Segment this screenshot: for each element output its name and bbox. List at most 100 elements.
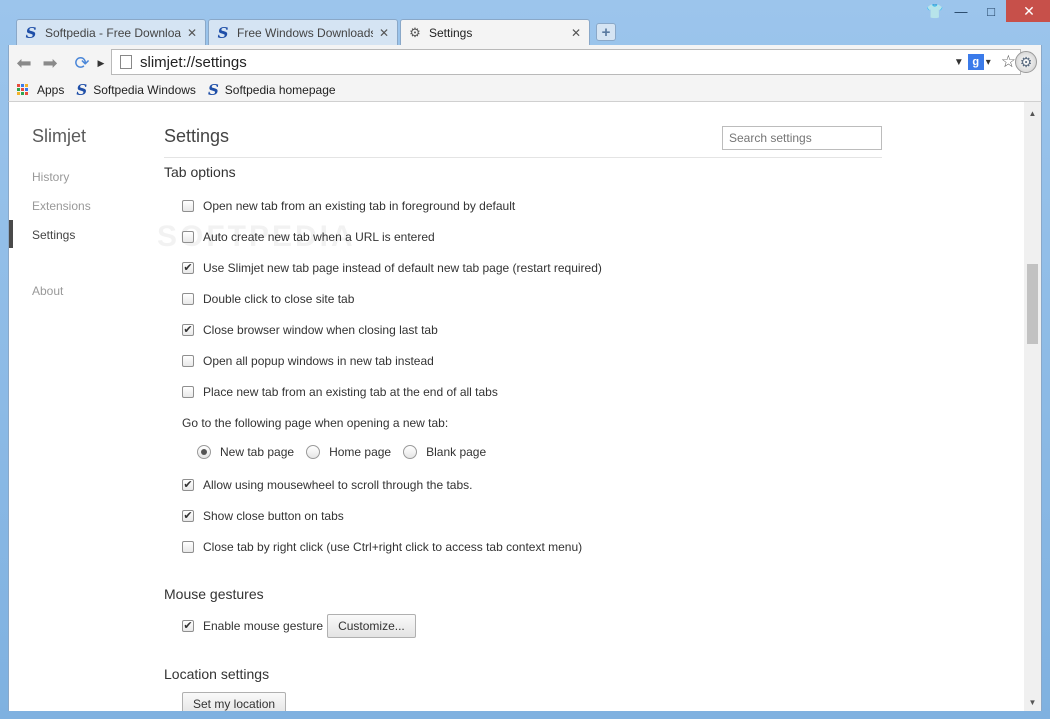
settings-page: SOFTPEDIA Slimjet History Extensions Set… — [8, 102, 1042, 711]
window-controls: — □ ✕ — [946, 0, 1050, 22]
option-label: Close tab by right click (use Ctrl+right… — [203, 540, 583, 554]
option-label: Close browser window when closing last t… — [203, 323, 438, 337]
checkbox-checked[interactable]: ✔ — [182, 620, 194, 632]
checkbox-checked[interactable]: ✔ — [182, 510, 194, 522]
section-heading-mouse-gestures: Mouse gestures — [164, 586, 264, 602]
option-show-close-button[interactable]: ✔ Show close button on tabs — [182, 509, 344, 523]
section-heading-location-settings: Location settings — [164, 666, 270, 682]
search-engine-dropdown-icon[interactable]: ▾ — [986, 57, 991, 68]
minimize-button[interactable]: — — [946, 0, 976, 22]
option-label: Open all popup windows in new tab instea… — [203, 354, 434, 368]
toolbar: ⬅ ➡ ⟳ ▶ slimjet://settings ▼ g ▾ ☆ ⚙ — [8, 45, 1042, 79]
vertical-scrollbar[interactable]: ▲ ▼ — [1024, 102, 1041, 711]
option-enable-mouse-gesture[interactable]: ✔ Enable mouse gesture Customize... — [182, 614, 416, 638]
sidebar-item-history[interactable]: History — [32, 170, 69, 184]
sidebar-active-indicator — [9, 220, 13, 248]
checkbox-checked[interactable]: ✔ — [182, 262, 194, 274]
tab-title: Settings — [429, 26, 473, 40]
forward-arrow-icon[interactable]: ➡ — [39, 53, 61, 73]
checkbox[interactable] — [182, 355, 194, 367]
back-arrow-icon[interactable]: ⬅ — [13, 53, 35, 73]
maximize-button[interactable]: □ — [976, 0, 1006, 22]
search-settings-input[interactable] — [722, 126, 882, 150]
option-label: Enable mouse gesture — [203, 619, 324, 633]
option-label: Open new tab from an existing tab in for… — [203, 199, 516, 213]
radio[interactable] — [403, 445, 418, 459]
option-mousewheel-scroll-tabs[interactable]: ✔ Allow using mousewheel to scroll throu… — [182, 478, 472, 492]
scroll-up-arrow-icon[interactable]: ▲ — [1024, 106, 1041, 120]
checkbox[interactable] — [182, 231, 194, 243]
history-dropdown-icon[interactable]: ▶ — [95, 53, 107, 73]
tab-close-icon[interactable]: ✕ — [187, 26, 199, 40]
option-double-click-close[interactable]: Double click to close site tab — [182, 292, 354, 306]
page-icon — [120, 55, 132, 69]
radio-selected[interactable] — [197, 445, 211, 459]
bookmarks-bar: Apps S Softpedia Windows S Softpedia hom… — [8, 79, 1042, 102]
option-label: Auto create new tab when a URL is entere… — [203, 230, 435, 244]
new-tab-page-prompt: Go to the following page when opening a … — [182, 416, 448, 430]
section-heading-tab-options: Tab options — [164, 164, 236, 180]
option-label: Allow using mousewheel to scroll through… — [203, 478, 473, 492]
page-title: Settings — [164, 126, 230, 146]
option-label: Place new tab from an existing tab at th… — [203, 385, 498, 399]
option-close-tab-right-click[interactable]: Close tab by right click (use Ctrl+right… — [182, 540, 582, 554]
new-tab-button[interactable]: + — [596, 23, 616, 41]
theme-shirt-icon[interactable]: 👕 — [924, 2, 946, 20]
bookmark-softpedia-windows[interactable]: S Softpedia Windows — [76, 81, 196, 99]
softpedia-favicon-icon: S — [76, 81, 88, 99]
radio-home-page[interactable]: Home page — [306, 445, 391, 459]
tab-close-icon[interactable]: ✕ — [379, 26, 391, 40]
sidebar-item-settings[interactable]: Settings — [32, 228, 75, 242]
address-bar[interactable]: slimjet://settings ▼ g ▾ ☆ — [111, 49, 1021, 75]
checkbox[interactable] — [182, 293, 194, 305]
close-window-button[interactable]: ✕ — [1006, 0, 1050, 22]
new-tab-radio-group: New tab page Home page Blank page — [197, 445, 498, 459]
header-divider — [164, 157, 882, 158]
option-close-window-last-tab[interactable]: ✔ Close browser window when closing last… — [182, 323, 438, 337]
browser-menu-gear-icon[interactable]: ⚙ — [1015, 51, 1037, 73]
tab-title: Free Windows Downloads - Softpedia — [237, 25, 373, 40]
checkbox[interactable] — [182, 200, 194, 212]
radio-blank-page[interactable]: Blank page — [403, 445, 486, 459]
softpedia-favicon-icon: S — [207, 81, 219, 99]
set-location-button[interactable]: Set my location — [182, 692, 287, 711]
url-text[interactable]: slimjet://settings — [140, 54, 954, 71]
option-open-new-tab-foreground[interactable]: Open new tab from an existing tab in for… — [182, 199, 515, 213]
prompt-label: Go to the following page when opening a … — [182, 416, 449, 430]
radio[interactable] — [306, 445, 321, 459]
option-label: Double click to close site tab — [203, 292, 355, 306]
scroll-down-arrow-icon[interactable]: ▼ — [1024, 695, 1041, 709]
option-popups-in-new-tab[interactable]: Open all popup windows in new tab instea… — [182, 354, 434, 368]
checkbox[interactable] — [182, 386, 194, 398]
scrollbar-thumb[interactable] — [1027, 264, 1038, 344]
radio-label: Home page — [329, 445, 392, 459]
checkbox-checked[interactable]: ✔ — [182, 324, 194, 336]
google-search-icon[interactable]: g — [967, 54, 984, 70]
customize-button[interactable]: Customize... — [327, 614, 416, 638]
option-label: Use Slimjet new tab page instead of defa… — [203, 261, 602, 275]
option-new-tab-at-end[interactable]: Place new tab from an existing tab at th… — [182, 385, 498, 399]
bookmark-star-icon[interactable]: ☆ — [1001, 52, 1016, 72]
location-row: Set my location — [182, 692, 287, 711]
softpedia-favicon-icon: S — [25, 23, 37, 42]
chevron-down-icon[interactable]: ▼ — [954, 57, 964, 68]
radio-label: Blank page — [426, 445, 487, 459]
option-auto-create-tab[interactable]: Auto create new tab when a URL is entere… — [182, 230, 435, 244]
radio-new-tab-page[interactable]: New tab page — [197, 445, 294, 459]
tab-settings[interactable]: ⚙ Settings ✕ — [400, 19, 590, 46]
sidebar-item-extensions[interactable]: Extensions — [32, 199, 91, 213]
option-slimjet-new-tab-page[interactable]: ✔ Use Slimjet new tab page instead of de… — [182, 261, 602, 275]
tab-title: Softpedia - Free Downloads Encyclopedia — [45, 25, 181, 40]
checkbox-checked[interactable]: ✔ — [182, 479, 194, 491]
bookmark-softpedia-homepage[interactable]: S Softpedia homepage — [208, 81, 336, 99]
sidebar-item-about[interactable]: About — [32, 284, 63, 298]
option-label: Show close button on tabs — [203, 509, 344, 523]
checkbox[interactable] — [182, 541, 194, 553]
tab-softpedia-free-downloads[interactable]: S Softpedia - Free Downloads Encyclopedi… — [16, 19, 206, 45]
bookmark-apps[interactable]: Apps — [17, 83, 64, 97]
tab-free-windows-downloads[interactable]: S Free Windows Downloads - Softpedia ✕ — [208, 19, 398, 45]
browser-window: 👕 — □ ✕ S Softpedia - Free Downloads Enc… — [0, 0, 1050, 719]
tab-close-icon[interactable]: ✕ — [571, 26, 583, 40]
reload-icon[interactable]: ⟳ — [71, 53, 93, 73]
gear-icon: ⚙ — [409, 25, 421, 41]
